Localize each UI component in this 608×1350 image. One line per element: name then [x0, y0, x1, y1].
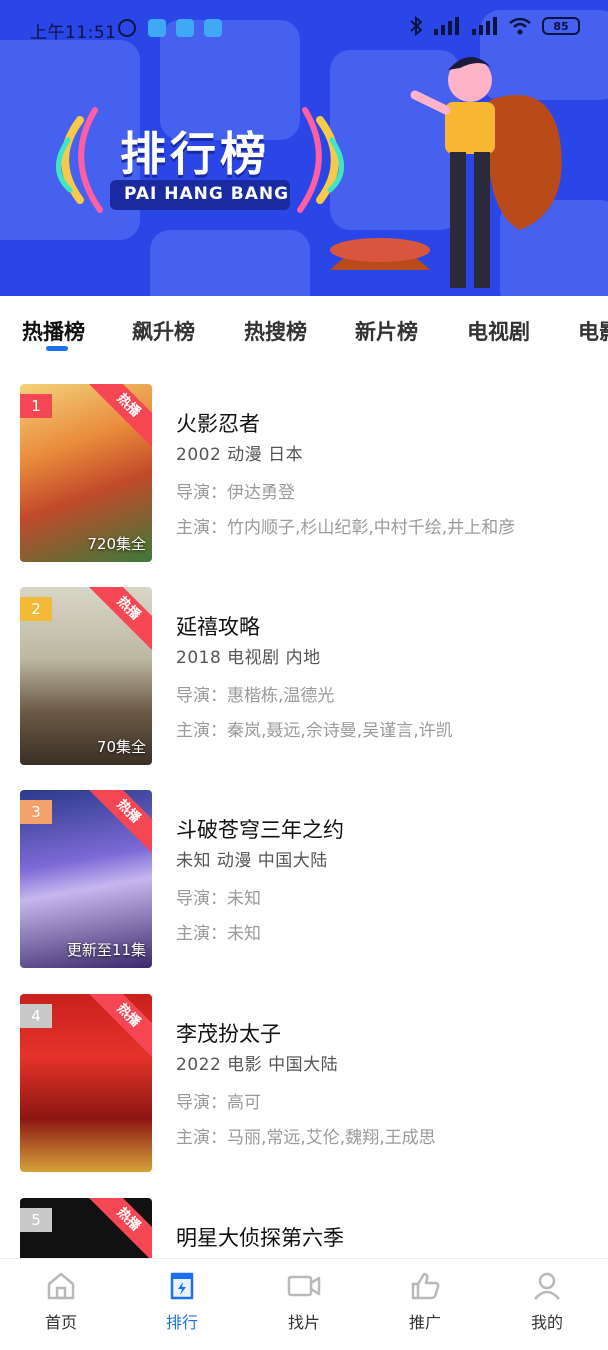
home-icon [47, 1272, 75, 1300]
nav-find-film-label: 找片 [287, 1313, 320, 1332]
rank-badge: 2 [20, 597, 52, 621]
app-notification-icon [148, 19, 166, 37]
bottom-nav: 首页 排行 找片 推广 我的 [0, 1258, 608, 1350]
status-time: 上午11:51 [30, 23, 117, 43]
hot-ribbon: 热播 [84, 994, 152, 1060]
banner-mascot-illustration [330, 56, 562, 288]
item-director: 导演：惠楷栋,温德光 [176, 686, 335, 706]
episode-badge: 720集全 [87, 535, 146, 553]
item-title[interactable]: 火影忍者 [176, 408, 260, 438]
signal-icon-2 [472, 17, 497, 35]
rank-badge: 1 [20, 394, 52, 418]
user-icon [534, 1272, 560, 1300]
banner-title: 排行榜 [120, 127, 270, 181]
tab-hot-play[interactable]: 热播榜 [22, 316, 85, 346]
nav-mine[interactable]: 我的 [507, 1271, 587, 1333]
poster-image[interactable]: 2 热播 70集全 [20, 587, 152, 765]
poster-image[interactable]: 4 热播 [20, 994, 152, 1172]
tab-tv-series[interactable]: 电视剧 [467, 316, 530, 346]
nav-home-label: 首页 [44, 1313, 77, 1332]
nav-find-film[interactable]: 找片 [264, 1271, 344, 1333]
nav-ranking-label: 排行 [165, 1313, 198, 1332]
rank-badge: 4 [20, 1004, 52, 1028]
item-director: 导演：伊达勇登 [176, 483, 295, 503]
app-grid-icon [204, 19, 222, 37]
item-title[interactable]: 明星大侦探第六季 [176, 1222, 344, 1252]
rank-badge: 3 [20, 800, 52, 824]
item-meta: 2022 电影 中国大陆 [176, 1055, 339, 1075]
thumbs-up-icon [411, 1272, 440, 1300]
hot-ribbon: 热播 [84, 384, 152, 450]
item-title[interactable]: 延禧攻略 [176, 611, 260, 641]
poster-image[interactable]: 3 热播 更新至11集 [20, 790, 152, 968]
item-cast: 主演：秦岚,聂远,佘诗曼,吴谨言,许凯 [176, 721, 453, 741]
tab-movie[interactable]: 电影 [578, 316, 608, 346]
hot-ribbon: 热播 [84, 790, 152, 856]
item-cast: 主演：未知 [176, 924, 261, 944]
item-title[interactable]: 斗破苍穹三年之约 [176, 814, 344, 844]
alarm-icon [118, 19, 136, 37]
signal-icon [434, 17, 459, 35]
ranking-icon [170, 1272, 194, 1300]
telegram-icon [176, 19, 194, 37]
active-tab-indicator [46, 346, 68, 351]
item-cast: 主演：竹内顺子,杉山纪彰,中村千绘,井上和彦 [176, 518, 516, 538]
nav-mine-label: 我的 [530, 1313, 563, 1332]
item-cast: 主演：马丽,常远,艾伦,魏翔,王成思 [176, 1128, 436, 1148]
nav-home[interactable]: 首页 [21, 1271, 101, 1333]
list-item[interactable]: 3 热播 更新至11集 斗破苍穹三年之约 未知 动漫 中国大陆 导演：未知 主演… [0, 790, 608, 994]
banner: 上午11:51 85 排行榜 PAI HANG BANG [0, 0, 608, 296]
tab-new-release[interactable]: 新片榜 [355, 316, 418, 346]
item-meta: 2002 动漫 日本 [176, 445, 304, 465]
nav-promote-label: 推广 [408, 1313, 441, 1332]
item-director: 导演：高可 [176, 1093, 261, 1113]
nav-ranking[interactable]: 排行 [142, 1271, 222, 1333]
list-item[interactable]: 1 热播 720集全 火影忍者 2002 动漫 日本 导演：伊达勇登 主演：竹内… [0, 384, 608, 588]
tab-rising[interactable]: 飙升榜 [132, 316, 195, 346]
nav-promote[interactable]: 推广 [385, 1271, 465, 1333]
item-title[interactable]: 李茂扮太子 [176, 1018, 281, 1048]
list-item[interactable]: 2 热播 70集全 延禧攻略 2018 电视剧 内地 导演：惠楷栋,温德光 主演… [0, 587, 608, 791]
wifi-icon [509, 17, 531, 35]
banner-subtitle: PAI HANG BANG [124, 184, 290, 204]
battery-icon: 85 [542, 17, 580, 35]
tab-hot-search[interactable]: 热搜榜 [244, 316, 307, 346]
hot-ribbon: 热播 [84, 1198, 152, 1258]
bluetooth-icon [410, 16, 422, 36]
ranking-tabs: 热播榜 飙升榜 热搜榜 新片榜 电视剧 电影 [0, 296, 608, 366]
poster-image[interactable]: 5 热播 [20, 1198, 152, 1258]
item-meta: 未知 动漫 中国大陆 [176, 851, 328, 871]
item-meta: 2018 电视剧 内地 [176, 648, 321, 668]
item-director: 导演：未知 [176, 889, 261, 909]
banner-logo: 排行榜 PAI HANG BANG [40, 100, 360, 220]
list-item[interactable]: 5 热播 明星大侦探第六季 [0, 1198, 608, 1258]
list-item[interactable]: 4 热播 李茂扮太子 2022 电影 中国大陆 导演：高可 主演：马丽,常远,艾… [0, 994, 608, 1198]
episode-badge: 70集全 [96, 738, 146, 756]
episode-badge: 更新至11集 [66, 941, 146, 959]
hot-ribbon: 热播 [84, 587, 152, 653]
poster-image[interactable]: 1 热播 720集全 [20, 384, 152, 562]
video-camera-icon [287, 1275, 321, 1297]
rank-badge: 5 [20, 1208, 52, 1232]
